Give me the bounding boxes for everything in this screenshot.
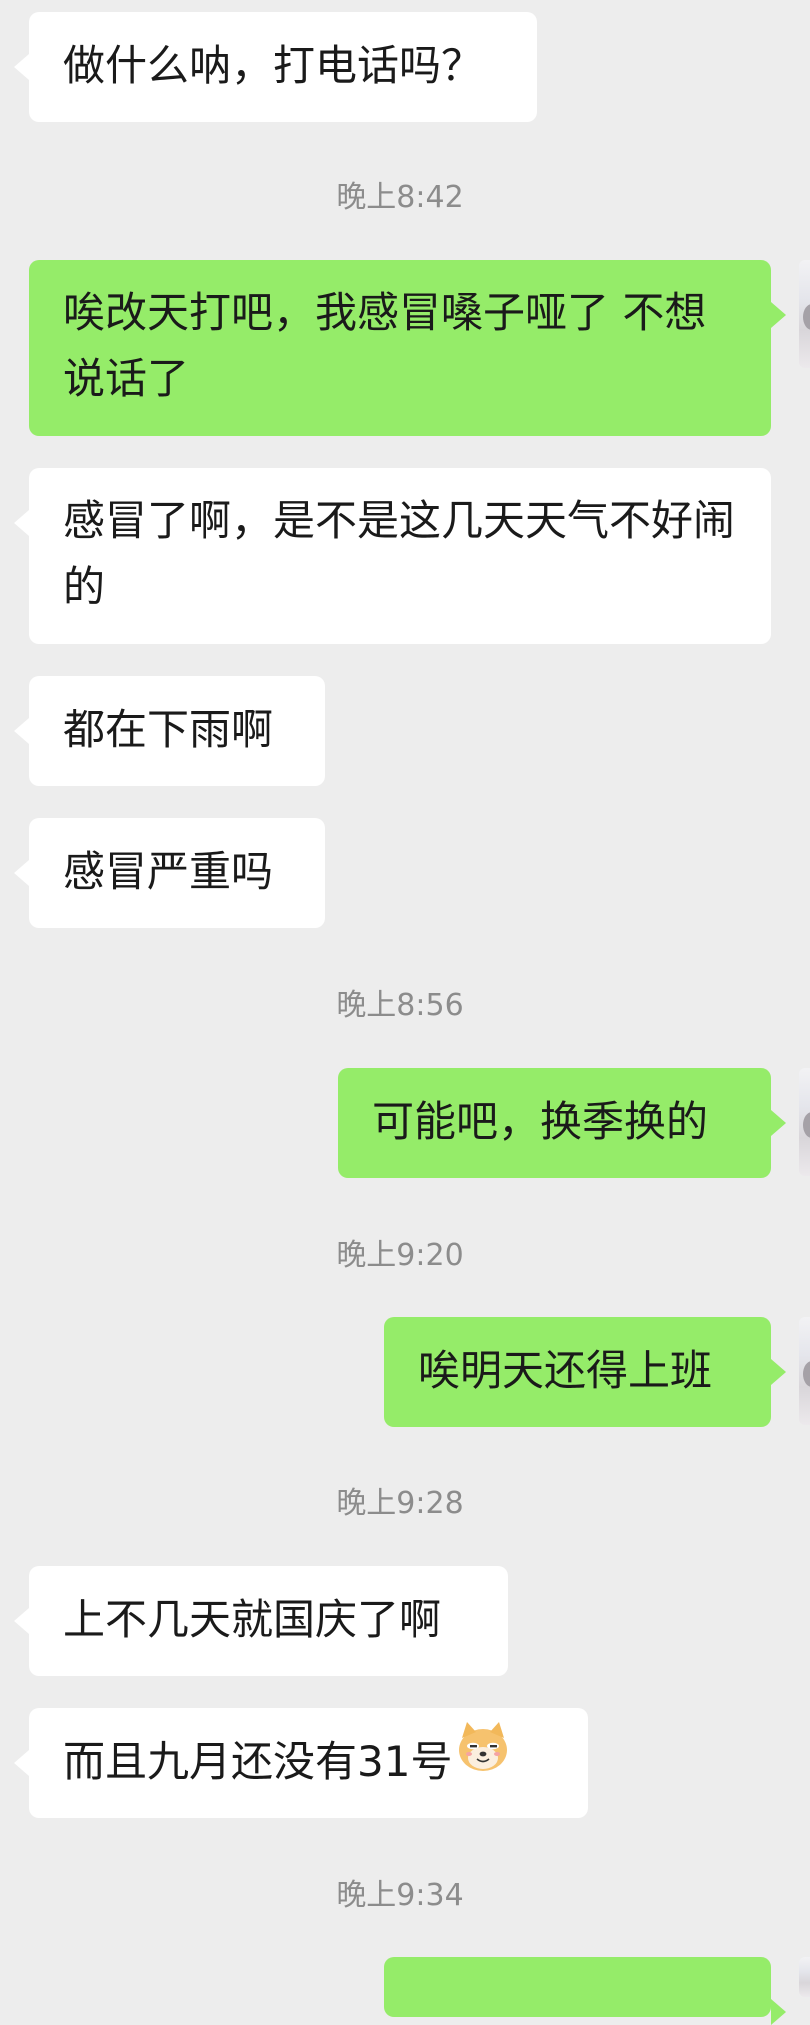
message-bubble-incoming[interactable]: 做什么呐，打电话吗？ [14, 12, 537, 122]
message-text: 感冒了啊，是不是这几天天气不好闹的 [63, 496, 736, 611]
message-bubble-incoming[interactable]: 而且九月还没有31号 [14, 1708, 588, 1818]
timestamp: 晚上8:42 [336, 180, 464, 215]
message-bubble-incoming[interactable]: 感冒严重吗 [14, 818, 325, 928]
message-bubble-incoming[interactable]: 感冒了啊，是不是这几天天气不好闹的 [14, 468, 771, 644]
avatar[interactable] [799, 1957, 810, 1997]
message-bubble-outgoing[interactable]: 可能吧，换季换的 [338, 1068, 786, 1178]
doge-emoji-icon [454, 1718, 512, 1806]
timestamp: 晚上9:28 [336, 1486, 464, 1521]
timestamp: 晚上9:34 [336, 1878, 464, 1913]
message-text: 做什么呐，打电话吗？ [63, 41, 484, 90]
message-bubble-incoming[interactable]: 上不几天就国庆了啊 [14, 1566, 508, 1676]
message-bubble-incoming[interactable]: 都在下雨啊 [14, 676, 325, 786]
message-text: 可能吧，换季换的 [372, 1097, 709, 1146]
message-text: 都在下雨啊 [63, 705, 274, 754]
message-text: 唉明天还得上班 [418, 1346, 713, 1395]
message-bubble-outgoing[interactable]: 唉明天还得上班 [384, 1317, 786, 1427]
message-text: 感冒严重吗 [63, 847, 274, 896]
avatar[interactable] [799, 260, 810, 368]
message-bubble-outgoing[interactable]: 唉改天打吧，我感冒嗓子哑了 不想说话了 [29, 260, 786, 436]
avatar[interactable] [799, 1068, 810, 1176]
message-text: 唉改天打吧，我感冒嗓子哑了 不想说话了 [63, 288, 707, 403]
message-text: 而且九月还没有31号 [63, 1737, 453, 1786]
avatar[interactable] [799, 1317, 810, 1425]
message-bubble-outgoing[interactable] [384, 1957, 786, 2025]
timestamp: 晚上8:56 [336, 988, 464, 1023]
timestamp: 晚上9:20 [336, 1238, 464, 1273]
message-text: 上不几天就国庆了啊 [63, 1595, 442, 1644]
